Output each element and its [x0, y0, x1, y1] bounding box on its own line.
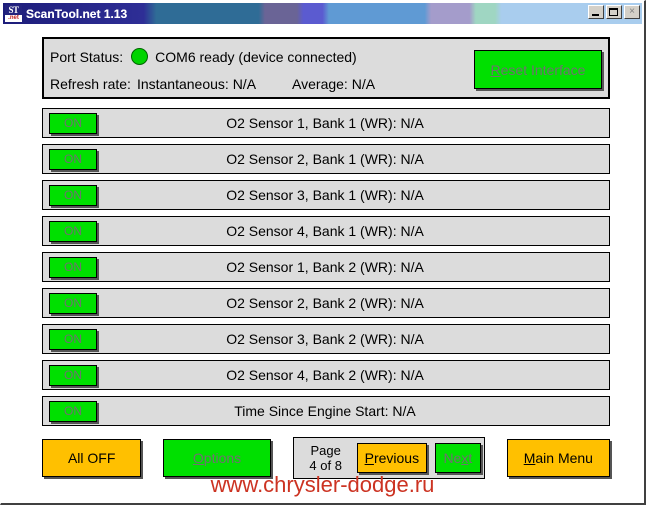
client-area: Port Status: COM6 ready (device connecte… — [3, 26, 642, 501]
application-window: ST .net ScanTool.net 1.13 × Port Status:… — [0, 0, 646, 505]
port-status-label: Port Status: — [50, 49, 123, 65]
sensor-toggle-button[interactable]: ON — [49, 401, 97, 422]
bottom-toolbar: All OFF Options Page 4 of 8 Previous Nex… — [42, 437, 610, 479]
previous-label: revious — [374, 450, 419, 466]
sensor-row: ON O2 Sensor 1, Bank 1 (WR): N/A — [42, 108, 610, 138]
sensor-row-label: Time Since Engine Start: N/A — [97, 403, 609, 419]
main-menu-accel: M — [524, 450, 536, 466]
sensor-row-label: O2 Sensor 2, Bank 1 (WR): N/A — [97, 151, 609, 167]
options-label: ptions — [204, 450, 241, 466]
refresh-rate-label: Refresh rate: — [50, 76, 131, 92]
window-controls: × — [588, 5, 640, 19]
app-icon-top-text: ST — [5, 5, 22, 15]
sensor-toggle-label: ON — [64, 404, 82, 418]
next-prefix: Ne — [443, 450, 461, 466]
average-value: N/A — [352, 76, 375, 92]
sensor-row-label: O2 Sensor 1, Bank 2 (WR): N/A — [97, 259, 609, 275]
pagination-panel: Page 4 of 8 Previous Next — [293, 437, 485, 479]
sensor-toggle-label: ON — [64, 152, 82, 166]
sensor-row: ON O2 Sensor 2, Bank 1 (WR): N/A — [42, 144, 610, 174]
reset-interface-button[interactable]: Reset Interface — [474, 50, 602, 89]
sensor-row-label: O2 Sensor 3, Bank 1 (WR): N/A — [97, 187, 609, 203]
page-indicator-line2: 4 of 8 — [297, 458, 355, 473]
sensor-toggle-label: ON — [64, 260, 82, 274]
sensor-row-label: O2 Sensor 3, Bank 2 (WR): N/A — [97, 331, 609, 347]
app-icon: ST .net — [5, 5, 22, 22]
sensor-toggle-button[interactable]: ON — [49, 221, 97, 242]
sensor-toggle-button[interactable]: ON — [49, 149, 97, 170]
sensor-toggle-button[interactable]: ON — [49, 185, 97, 206]
window-title: ScanTool.net 1.13 — [26, 7, 127, 21]
close-button[interactable]: × — [624, 5, 640, 19]
next-label: t — [468, 450, 472, 466]
sensor-toggle-label: ON — [64, 116, 82, 130]
sensor-toggle-button[interactable]: ON — [49, 365, 97, 386]
minimize-icon — [589, 6, 603, 18]
page-indicator-line1: Page — [297, 443, 355, 458]
options-button[interactable]: Options — [163, 439, 270, 477]
previous-accel: P — [365, 450, 374, 466]
sensor-row: ON O2 Sensor 4, Bank 1 (WR): N/A — [42, 216, 610, 246]
options-accel: O — [193, 450, 204, 466]
sensor-row: ON O2 Sensor 4, Bank 2 (WR): N/A — [42, 360, 610, 390]
reset-interface-label: eset Interface — [501, 62, 586, 78]
close-icon: × — [625, 6, 639, 18]
instantaneous-value: N/A — [233, 76, 256, 92]
sensor-row: ON Time Since Engine Start: N/A — [42, 396, 610, 426]
next-page-button[interactable]: Next — [435, 443, 481, 473]
previous-page-button[interactable]: Previous — [357, 443, 427, 473]
status-panel: Port Status: COM6 ready (device connecte… — [42, 37, 610, 99]
sensor-row-label: O2 Sensor 1, Bank 1 (WR): N/A — [97, 115, 609, 131]
app-icon-bottom-text: .net — [5, 15, 22, 22]
sensor-toggle-button[interactable]: ON — [49, 329, 97, 350]
sensor-row-label: O2 Sensor 4, Bank 1 (WR): N/A — [97, 223, 609, 239]
title-bar-left: ST .net ScanTool.net 1.13 — [3, 3, 127, 24]
sensor-toggle-button[interactable]: ON — [49, 113, 97, 134]
sensor-toggle-button[interactable]: ON — [49, 293, 97, 314]
port-status-led-icon — [131, 48, 148, 65]
all-off-button[interactable]: All OFF — [42, 439, 141, 477]
main-menu-label: ain Menu — [535, 450, 593, 466]
all-off-label: All OFF — [68, 450, 115, 466]
sensor-toggle-label: ON — [64, 332, 82, 346]
sensor-row-label: O2 Sensor 4, Bank 2 (WR): N/A — [97, 367, 609, 383]
sensor-row: ON O2 Sensor 3, Bank 2 (WR): N/A — [42, 324, 610, 354]
next-accel: x — [461, 450, 468, 466]
maximize-button[interactable] — [606, 5, 622, 19]
maximize-icon — [607, 6, 621, 18]
sensor-row: ON O2 Sensor 2, Bank 2 (WR): N/A — [42, 288, 610, 318]
sensor-toggle-label: ON — [64, 224, 82, 238]
main-menu-button[interactable]: Main Menu — [507, 439, 610, 477]
average-label: Average: — [292, 76, 348, 92]
sensor-toggle-label: ON — [64, 368, 82, 382]
sensor-toggle-label: ON — [64, 296, 82, 310]
minimize-button[interactable] — [588, 5, 604, 19]
sensor-row: ON O2 Sensor 1, Bank 2 (WR): N/A — [42, 252, 610, 282]
page-indicator: Page 4 of 8 — [297, 443, 355, 473]
sensor-row-list: ON O2 Sensor 1, Bank 1 (WR): N/A ON O2 Sens… — [42, 108, 610, 432]
sensor-toggle-button[interactable]: ON — [49, 257, 97, 278]
title-bar[interactable]: ST .net ScanTool.net 1.13 × — [3, 3, 642, 24]
sensor-toggle-label: ON — [64, 188, 82, 202]
port-status-value: COM6 ready (device connected) — [155, 49, 357, 65]
reset-interface-accel: R — [491, 62, 501, 78]
sensor-row: ON O2 Sensor 3, Bank 1 (WR): N/A — [42, 180, 610, 210]
instantaneous-label: Instantaneous: — [137, 76, 229, 92]
sensor-row-label: O2 Sensor 2, Bank 2 (WR): N/A — [97, 295, 609, 311]
